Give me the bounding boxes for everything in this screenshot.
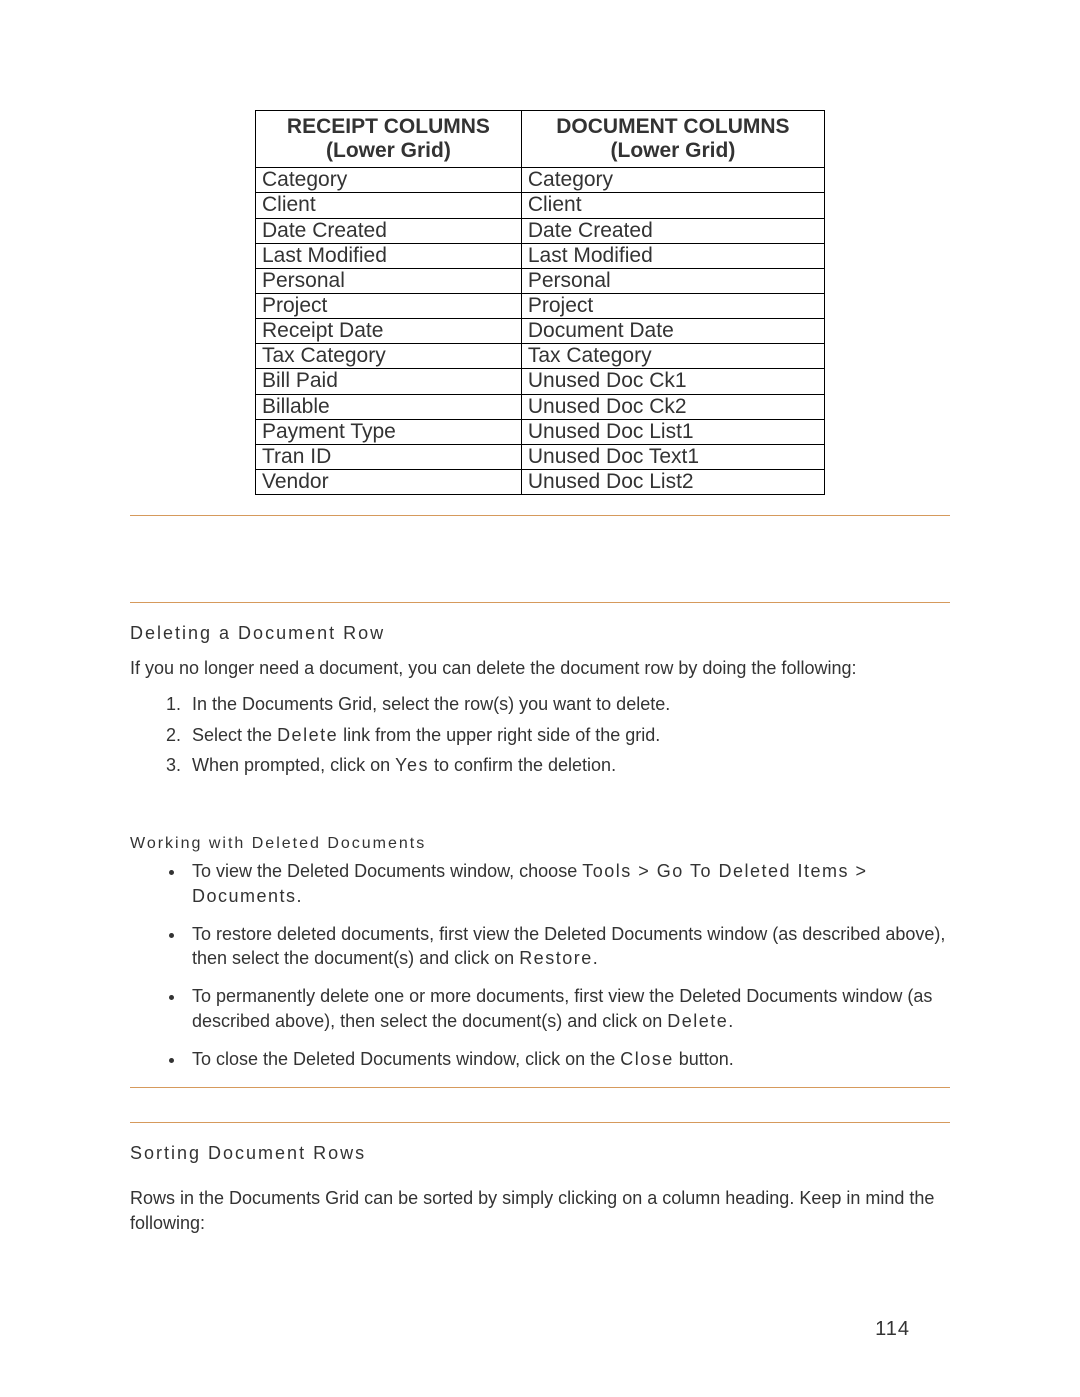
list-item: When prompted, click on Yes to confirm t… [186,753,950,777]
deleting-heading: Deleting a Document Row [130,623,950,644]
working-bullets: To view the Deleted Documents window, ch… [130,859,950,1071]
table-cell: Project [521,293,824,318]
list-item: In the Documents Grid, select the row(s)… [186,692,950,716]
table-row: Tax CategoryTax Category [256,344,825,369]
table-cell: Client [521,193,824,218]
header-main: RECEIPT COLUMNS [287,115,490,138]
table-cell: Date Created [521,218,824,243]
list-item: To close the Deleted Documents window, c… [186,1047,950,1071]
table-cell: Tran ID [256,444,522,469]
page-number: 114 [875,1318,910,1341]
divider [130,1122,950,1123]
table-cell: Last Modified [521,243,824,268]
table-cell: Category [256,168,522,193]
list-item: To permanently delete one or more docume… [186,984,950,1033]
table-row: Receipt DateDocument Date [256,319,825,344]
sorting-intro: Rows in the Documents Grid can be sorted… [130,1186,950,1235]
table-cell: Project [256,293,522,318]
table-cell: Last Modified [256,243,522,268]
table-row: Last ModifiedLast Modified [256,243,825,268]
working-heading: Working with Deleted Documents [130,835,950,853]
table-cell: Unused Doc Ck1 [521,369,824,394]
table-cell: Client [256,193,522,218]
columns-table-header-row: RECEIPT COLUMNS (Lower Grid) DOCUMENT CO… [256,111,825,168]
table-cell: Vendor [256,469,522,494]
divider [130,515,950,516]
emphasis: Delete [277,725,338,745]
table-cell: Unused Doc List2 [521,469,824,494]
table-cell: Unused Doc Text1 [521,444,824,469]
header-main: DOCUMENT COLUMNS [556,115,789,138]
list-item: To restore deleted documents, first view… [186,922,950,971]
list-item: To view the Deleted Documents window, ch… [186,859,950,908]
table-cell: Personal [521,268,824,293]
table-row: BillableUnused Doc Ck2 [256,394,825,419]
header-sub: (Lower Grid) [262,139,515,163]
table-cell: Receipt Date [256,319,522,344]
table-cell: Billable [256,394,522,419]
divider [130,1087,950,1088]
table-cell: Category [521,168,824,193]
table-cell: Bill Paid [256,369,522,394]
columns-table-header-0: RECEIPT COLUMNS (Lower Grid) [256,111,522,168]
table-cell: Tax Category [521,344,824,369]
table-row: VendorUnused Doc List2 [256,469,825,494]
table-row: Tran IDUnused Doc Text1 [256,444,825,469]
emphasis: Delete [667,1011,728,1031]
table-cell: Personal [256,268,522,293]
emphasis: Restore [519,948,593,968]
sorting-heading: Sorting Document Rows [130,1143,950,1164]
table-cell: Document Date [521,319,824,344]
header-sub: (Lower Grid) [528,139,818,163]
table-row: Bill PaidUnused Doc Ck1 [256,369,825,394]
emphasis: Tools > Go To Deleted Items > Documents [192,861,868,905]
table-row: PersonalPersonal [256,268,825,293]
table-cell: Payment Type [256,419,522,444]
table-row: Date CreatedDate Created [256,218,825,243]
columns-table: RECEIPT COLUMNS (Lower Grid) DOCUMENT CO… [255,110,825,495]
divider [130,602,950,603]
deleting-steps: In the Documents Grid, select the row(s)… [130,692,950,777]
table-row: Payment TypeUnused Doc List1 [256,419,825,444]
table-cell: Unused Doc List1 [521,419,824,444]
table-cell: Date Created [256,218,522,243]
table-cell: Tax Category [256,344,522,369]
columns-table-header-1: DOCUMENT COLUMNS (Lower Grid) [521,111,824,168]
emphasis: Yes [395,755,429,775]
table-row: ClientClient [256,193,825,218]
table-cell: Unused Doc Ck2 [521,394,824,419]
list-item: Select the Delete link from the upper ri… [186,723,950,747]
emphasis: Close [620,1049,674,1069]
deleting-intro: If you no longer need a document, you ca… [130,656,950,680]
table-row: ProjectProject [256,293,825,318]
table-row: CategoryCategory [256,168,825,193]
